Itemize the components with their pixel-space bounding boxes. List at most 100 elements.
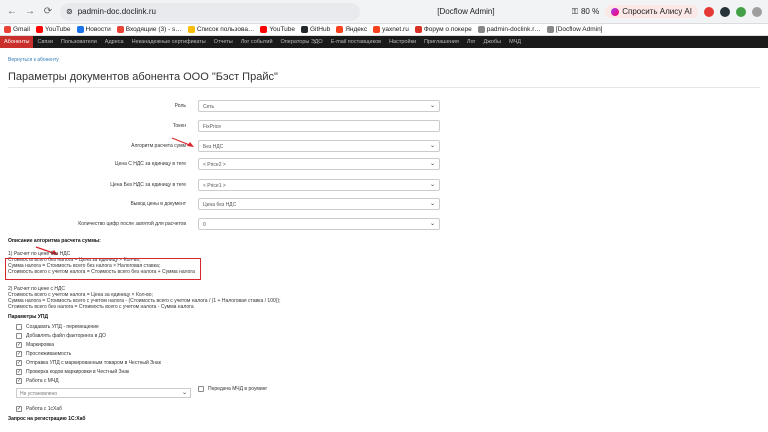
price-output-value: Цена без НДС	[203, 202, 237, 208]
price-without-vat-label: Цена Без НДС за единицу в теге	[110, 182, 186, 188]
back-link[interactable]: Вернуться к абоненту	[8, 57, 760, 63]
url-text: padmin-doc.doclink.ru	[77, 7, 156, 16]
token-label: Токен	[172, 123, 186, 129]
algorithm-select[interactable]: Без НДС ⌄	[198, 140, 440, 152]
checkbox-checked[interactable]: ✓	[16, 360, 22, 366]
decimals-select[interactable]: 0 ⌄	[198, 218, 440, 230]
decimals-label: Количество цифр после запятой для расчет…	[78, 221, 186, 227]
decimals-value: 0	[203, 222, 206, 228]
menu-item-links[interactable]: Связи	[33, 36, 56, 48]
hub-option[interactable]: ✓ Работа с 1cХаб	[16, 405, 62, 413]
tab-title: [Docflow Admin]	[437, 7, 495, 16]
bookmark-label: Яндекс	[345, 26, 368, 33]
page-content: Вернуться к абоненту Параметры документо…	[0, 57, 768, 88]
menu-item-mchd[interactable]: МЧД	[505, 36, 525, 48]
menu-item-reports[interactable]: Отчеты	[210, 36, 237, 48]
upd-option[interactable]: ✓ Отправка УПД с маркированным товаром в …	[16, 359, 161, 367]
form-row-role: Роль Сеть ⌄	[0, 100, 768, 112]
bookmark-icon	[76, 26, 84, 33]
back-arrow-icon[interactable]: ←	[6, 6, 18, 17]
site-info-icon[interactable]: ⊚	[66, 7, 73, 16]
price-with-vat-label: Цена С НДС за единицу в теге	[114, 161, 186, 167]
checkbox-empty[interactable]	[16, 333, 22, 339]
bookmark-item[interactable]: padmin-doclink.r…	[477, 26, 541, 33]
checkbox-empty[interactable]	[198, 386, 204, 392]
bookmark-item[interactable]: Форум о покере	[414, 26, 472, 33]
bookmark-item[interactable]: Яндекс	[336, 26, 367, 33]
extension-icon[interactable]	[736, 6, 746, 17]
mchd-roaming-option[interactable]: Передача МЧД в роуминг	[198, 385, 267, 393]
menu-item-supplier-emails[interactable]: E-mail поставщиков	[327, 36, 385, 48]
upd-option[interactable]: Создавать УПД - перемещение	[16, 323, 99, 331]
key-icon: ⚿	[571, 6, 578, 16]
upd-option-label: Маркировка	[26, 342, 55, 348]
price-without-vat-select[interactable]: < Price1 > ⌄	[198, 179, 440, 191]
forward-arrow-icon[interactable]: →	[24, 6, 36, 17]
chevron-down-icon: ⌄	[429, 103, 435, 109]
bookmark-label: Входящие (3) - s…	[125, 26, 182, 33]
checkbox-checked[interactable]: ✓	[16, 406, 22, 412]
address-bar[interactable]: ⊚ padmin-doc.doclink.ru	[60, 2, 360, 21]
alice-button[interactable]: Спросить Алису AI	[605, 5, 698, 18]
menu-item-invitations[interactable]: Приглашения	[420, 36, 463, 48]
upd-title: Параметры УПД	[8, 314, 49, 320]
menu-item-subscribers[interactable]: Абоненты	[0, 36, 34, 48]
bookmark-icon	[300, 26, 308, 33]
profile-avatar-icon[interactable]	[752, 6, 762, 17]
upd-option[interactable]: ✓ Маркировка	[16, 341, 54, 349]
chevron-down-icon: ⌄	[429, 201, 435, 207]
menu-item-addresses[interactable]: Адреса	[101, 36, 128, 48]
bookmark-item[interactable]: [Docflow Admin]	[546, 26, 603, 33]
bookmark-icon	[336, 26, 344, 33]
checkbox-checked[interactable]: ✓	[16, 378, 22, 384]
bookmark-item[interactable]: Список пользова…	[187, 26, 255, 33]
zoom-indicator[interactable]: ⚿ 80 %	[572, 7, 599, 17]
hub-option-label: Работа с 1cХаб	[26, 406, 63, 412]
bookmark-item[interactable]: Новости	[76, 26, 111, 33]
extension-icon[interactable]	[704, 6, 714, 17]
checkbox-checked[interactable]: ✓	[16, 369, 22, 375]
menu-item-certificates[interactable]: Неканадежные сертификаты	[128, 36, 210, 48]
bookmark-icon	[477, 26, 485, 33]
extension-icon[interactable]	[720, 6, 730, 17]
upd-option[interactable]: ✓ Проверка кодов маркировки в Честный Зна…	[16, 368, 129, 376]
bookmark-item[interactable]: GitHub	[300, 26, 331, 33]
menu-item-jobs[interactable]: Джобы	[480, 36, 506, 48]
menu-item-users[interactable]: Пользователи	[57, 36, 101, 48]
price-without-vat-value: < Price1 >	[203, 183, 226, 189]
upd-option[interactable]: Добавлять файл факторинга в ДО	[16, 332, 106, 340]
form-row-algorithm: Алгоритм расчета сумм Без НДС ⌄	[0, 140, 768, 152]
bookmark-item[interactable]: YouTube	[260, 26, 295, 33]
checkbox-checked[interactable]: ✓	[16, 351, 22, 357]
token-input[interactable]: FixPrice	[198, 120, 440, 132]
chevron-down-icon: ⌄	[181, 390, 187, 396]
role-select[interactable]: Сеть ⌄	[198, 100, 440, 112]
menu-item-settings[interactable]: Настройки	[385, 36, 420, 48]
checkbox-empty[interactable]	[16, 324, 22, 330]
bookmark-label: Список пользова…	[196, 26, 255, 33]
upd-option[interactable]: ✓ Прослеживаемость	[16, 350, 71, 358]
menu-item-edo-operators[interactable]: Операторы ЭДО	[277, 36, 327, 48]
form-row-price-with-vat: Цена С НДС за единицу в теге < Price2 > ⌄	[0, 158, 768, 170]
upd-option-label: Создавать УПД - перемещение	[26, 324, 99, 330]
mchd-select[interactable]: Не установлено ⌄	[16, 388, 191, 398]
menu-item-event-log[interactable]: Лог событий	[237, 36, 277, 48]
upd-option[interactable]: ✓ Работа с МЧД	[16, 377, 59, 385]
chevron-down-icon: ⌄	[429, 221, 435, 227]
price-output-select[interactable]: Цена без НДС ⌄	[198, 198, 440, 210]
bookmark-item[interactable]: Входящие (3) - s…	[116, 26, 182, 33]
upd-option-label: Работа с МЧД	[26, 378, 59, 384]
bookmark-item[interactable]: yaxnet.ru	[373, 26, 409, 33]
menu-item-log[interactable]: Лог	[463, 36, 480, 48]
bookmark-item[interactable]: YouTube	[35, 26, 71, 33]
bookmark-icon	[116, 26, 124, 33]
bookmark-label: GitHub	[309, 26, 331, 33]
checkbox-checked[interactable]: ✓	[16, 342, 22, 348]
bookmark-icon	[414, 26, 422, 33]
mchd-select-value: Не установлено	[20, 391, 58, 397]
highlight-box	[5, 258, 201, 280]
reload-icon[interactable]: ⟳	[42, 6, 54, 17]
price-with-vat-select[interactable]: < Price2 > ⌄	[198, 158, 440, 170]
bookmark-item[interactable]: Gmail	[4, 26, 30, 33]
price-output-label: Вывод цены в документ	[130, 201, 186, 207]
